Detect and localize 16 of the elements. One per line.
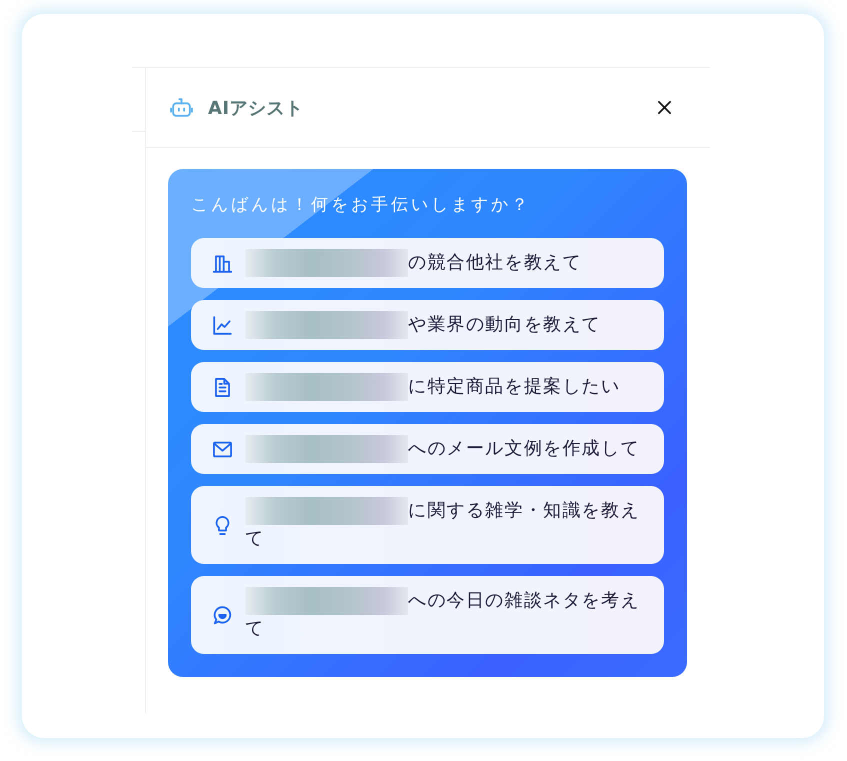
robot-icon xyxy=(170,98,193,117)
building-icon xyxy=(213,254,232,272)
suggestion-button[interactable]: に特定商品を提案したい xyxy=(191,362,664,412)
suggestion-button[interactable]: に関する雑学・知識を教えて xyxy=(191,486,664,564)
suggestion-button[interactable]: への今日の雑談ネタを考えて xyxy=(191,576,664,654)
close-icon[interactable] xyxy=(658,101,671,114)
panel-title: AIアシスト xyxy=(208,96,304,120)
suggestion-button[interactable]: へのメール文例を作成して xyxy=(191,424,664,474)
suggestion-button[interactable]: の競合他社を教えて xyxy=(191,238,664,288)
line-chart-icon xyxy=(213,316,232,334)
document-icon xyxy=(213,378,232,396)
lightbulb-icon xyxy=(213,516,232,534)
chat-bubble-icon xyxy=(213,606,232,624)
suggestion-button[interactable]: や業界の動向を教えて xyxy=(191,300,664,350)
mail-icon xyxy=(213,440,232,458)
greeting-text: こんばんは！何をお手伝いしますか？ xyxy=(191,194,532,217)
